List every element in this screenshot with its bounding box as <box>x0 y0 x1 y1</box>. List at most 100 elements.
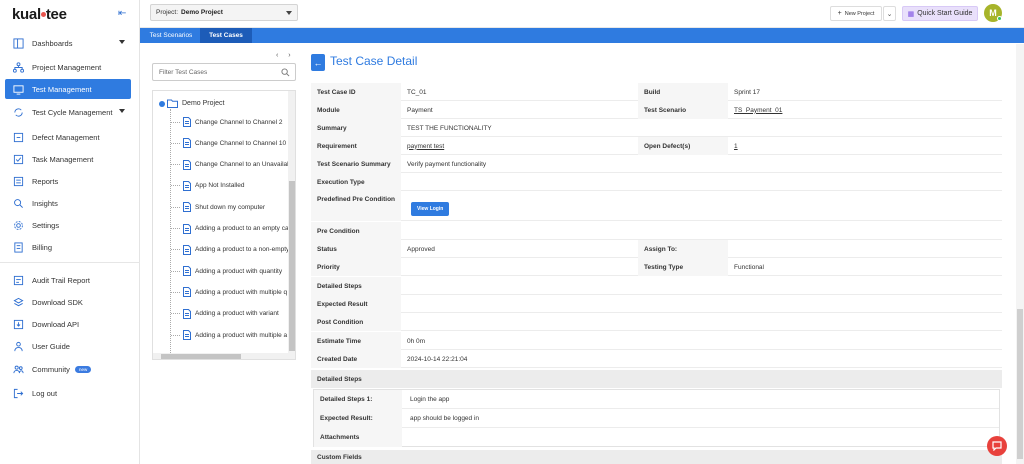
receipt-icon <box>13 241 24 253</box>
sidebar-item-label: Dashboards <box>32 38 73 48</box>
open-defects-link[interactable]: 1 <box>728 137 998 155</box>
layers-icon <box>13 297 24 308</box>
tree-test-case-node[interactable]: App Not Installed <box>171 179 245 193</box>
sidebar-item-billing[interactable]: Billing <box>5 237 131 257</box>
test-scenario-link[interactable]: TS_Payment_01 <box>728 101 998 119</box>
tree-test-case-node[interactable]: Adding a product with quantity <box>171 264 282 278</box>
sidebar-item-test-cycle-management[interactable]: Test Cycle Management <box>5 102 131 122</box>
created-date-value: 2024-10-14 22:21:04 <box>407 355 468 363</box>
detail-row: Created Date 2024-10-14 22:21:04 <box>311 350 1002 368</box>
sidebar-item-audit-trail-report[interactable]: Audit Trail Report <box>5 270 131 290</box>
sidebar-item-project-management[interactable]: Project Management <box>5 57 131 77</box>
tree-node-label: Adding a product with multiple a <box>195 331 288 339</box>
sidebar-item-settings[interactable]: Settings <box>5 215 131 235</box>
field-label: Test Scenario <box>638 101 728 119</box>
chat-support-button[interactable] <box>987 436 1007 456</box>
sidebar-item-label: Test Cycle Management <box>32 107 113 117</box>
chevron-down-icon <box>119 109 125 113</box>
document-icon <box>183 180 191 191</box>
collapse-sidebar-icon[interactable]: ⇤ <box>118 9 130 19</box>
sidebar-item-defect-management[interactable]: Defect Management <box>5 127 131 147</box>
collapse-node-icon[interactable] <box>159 100 165 107</box>
sidebar-item-test-management[interactable]: Test Management <box>5 79 131 99</box>
tree-test-case-node[interactable]: Change Channel to an Unavailab <box>171 158 291 172</box>
tree-test-case-node[interactable]: Adding a product with multiple a <box>171 328 287 342</box>
field-label: Expected Result <box>311 295 401 313</box>
tree-node-label: Adding a product with variant <box>195 310 279 318</box>
field-label: Post Condition <box>311 313 401 331</box>
estimate-time-value: 0h 0m <box>407 337 426 345</box>
scrollbar-thumb[interactable] <box>289 181 295 351</box>
sidebar-item-insights[interactable]: Insights <box>5 193 131 213</box>
folder-icon <box>167 99 178 108</box>
plus-icon: + <box>837 10 842 17</box>
view-login-button[interactable]: View Login <box>411 202 450 216</box>
magnifier-icon <box>13 198 24 209</box>
detail-row: Estimate Time 0h 0m <box>311 332 1002 350</box>
test-case-tree: Demo Project Change Channel to Channel 2… <box>152 90 296 360</box>
testing-type-value: Functional <box>734 263 764 271</box>
sidebar-divider <box>0 262 140 263</box>
requirement-link[interactable]: payment test <box>401 137 641 155</box>
expected-result-row: Expected Result: app should be logged in <box>314 409 999 428</box>
sidebar-item-log-out[interactable]: Log out <box>5 383 131 403</box>
tree-test-case-node[interactable]: Change Channel to Channel 2 <box>171 115 282 129</box>
page-vertical-scrollbar[interactable] <box>1016 44 1024 464</box>
scrollbar-thumb[interactable] <box>161 354 241 359</box>
back-button[interactable]: ← <box>311 54 325 71</box>
new-project-button[interactable]: + New Project <box>830 6 882 21</box>
field-label: Open Defect(s) <box>638 137 728 155</box>
step-label: Detailed Steps 1: <box>314 390 402 409</box>
field-label: Execution Type <box>311 173 401 191</box>
tree-horizontal-scrollbar[interactable] <box>153 353 288 359</box>
tree-test-case-node[interactable]: Adding a product to an empty ca <box>171 222 289 236</box>
sidebar-item-download-api[interactable]: Download API <box>5 314 131 334</box>
document-icon <box>183 117 191 127</box>
sidebar-item-user-guide[interactable]: User Guide <box>5 336 131 356</box>
scrollbar-thumb[interactable] <box>1017 309 1023 459</box>
detail-row: Detailed Steps <box>311 277 1002 295</box>
tree-root-node[interactable]: Demo Project <box>159 99 224 108</box>
expected-result-value: app should be logged in <box>410 415 480 422</box>
sidebar-item-dashboards[interactable]: Dashboards <box>5 33 131 53</box>
detail-row: Priority Testing Type Functional <box>311 258 1002 276</box>
page-title: Test Case Detail <box>330 54 418 68</box>
sidebar-item-download-sdk[interactable]: Download SDK <box>5 292 131 312</box>
tree-node-label: Change Channel to an Unavailab <box>195 161 291 169</box>
monitor-icon <box>13 84 24 95</box>
tree-test-case-node[interactable]: Change Channel to Channel 10 <box>171 136 286 150</box>
field-label: Detailed Steps <box>311 277 401 295</box>
tab-test-scenarios[interactable]: Test Scenarios <box>143 28 199 43</box>
dashboard-icon <box>13 37 24 49</box>
tree-test-case-node[interactable]: Shut down my computer <box>171 200 265 214</box>
tab-test-cases[interactable]: Test Cases <box>200 28 252 43</box>
quick-start-guide-button[interactable]: ▦ Quick Start Guide <box>902 6 978 21</box>
module-tabs: Test Scenarios Test Cases <box>140 28 1024 43</box>
filter-test-cases-input[interactable]: Filter Test Cases <box>152 63 296 81</box>
sidebar-item-reports[interactable]: Reports <box>5 171 131 191</box>
detailed-steps-section-header: Detailed Steps <box>311 370 1002 388</box>
logo[interactable]: kual tee <box>12 6 67 23</box>
tree-test-case-node[interactable]: Adding a product to a non-empty <box>171 243 289 257</box>
sidebar-item-task-management[interactable]: Task Management <box>5 149 131 169</box>
field-label: Assign To: <box>638 240 728 258</box>
tree-vertical-scrollbar[interactable] <box>288 91 295 359</box>
detail-row: Predefined Pre Condition View Login <box>311 191 1002 221</box>
tree-node-label: Adding a product with quantity <box>195 267 283 275</box>
detail-row: Module Payment Test Scenario TS_Payment_… <box>311 101 1002 119</box>
tree-node-label: App Not Installed <box>195 182 245 190</box>
document-icon <box>183 223 191 234</box>
tree-connector <box>171 249 180 251</box>
attachments-row: Attachments <box>314 428 999 447</box>
step-row: Detailed Steps 1: Login the app <box>314 390 999 409</box>
panel-pager-arrows[interactable]: ‹ › <box>276 52 295 59</box>
tree-test-case-node[interactable]: Adding a product with variant <box>171 307 279 321</box>
tree-test-case-node[interactable]: Adding a product with multiple q <box>171 285 287 299</box>
build-value: Sprint 17 <box>734 88 761 96</box>
new-project-dropdown-button[interactable]: ⌄ <box>883 6 896 21</box>
project-selector[interactable]: Project: Demo Project <box>150 4 298 21</box>
field-label: Requirement <box>311 137 401 155</box>
tree-connector <box>171 313 180 315</box>
sidebar-item-community[interactable]: Community new <box>5 359 131 379</box>
sidebar-item-label: Settings <box>32 220 60 230</box>
